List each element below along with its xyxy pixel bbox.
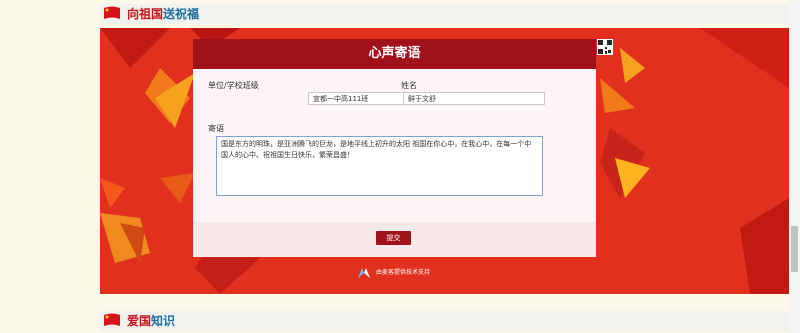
card-title: 心声寄语 <box>193 39 596 69</box>
section-title: 爱国知识 <box>127 314 176 328</box>
scrollbar-thumb[interactable] <box>791 226 798 272</box>
flag-icon <box>104 313 120 326</box>
message-textarea[interactable]: 国是东方的明珠，是亚洲腾飞的巨龙，是地平线上初升的太阳 祖国在你心中，在我心中，… <box>216 136 543 196</box>
submit-button[interactable]: 提交 <box>376 231 411 245</box>
qr-code-icon[interactable] <box>597 39 613 55</box>
page: 向祖国送祝福 心声寄语 单位/学校班级 宣都一中高111班 姓名 鲜于文舒 寄语… <box>0 0 800 333</box>
message-label: 寄语 <box>208 124 224 133</box>
section-header-knowledge: 爱国知识 <box>100 311 789 331</box>
name-input[interactable]: 鲜于文舒 <box>403 92 545 105</box>
unit-label: 单位/学校班级 <box>208 81 259 90</box>
flag-icon <box>104 6 120 19</box>
section-title: 向祖国送祝福 <box>127 7 200 21</box>
section-header-blessing: 向祖国送祝福 <box>100 4 789 24</box>
message-card: 心声寄语 单位/学校班级 宣都一中高111班 姓名 鲜于文舒 寄语 国是东方的明… <box>193 39 613 257</box>
name-label: 姓名 <box>401 81 417 90</box>
mikecrm-logo-icon <box>358 268 370 278</box>
tech-support-text: 由麦客提供技术支持 <box>376 269 431 276</box>
banner: 心声寄语 单位/学校班级 宣都一中高111班 姓名 鲜于文舒 寄语 国是东方的明… <box>100 28 789 294</box>
scrollbar-track[interactable] <box>789 0 800 333</box>
